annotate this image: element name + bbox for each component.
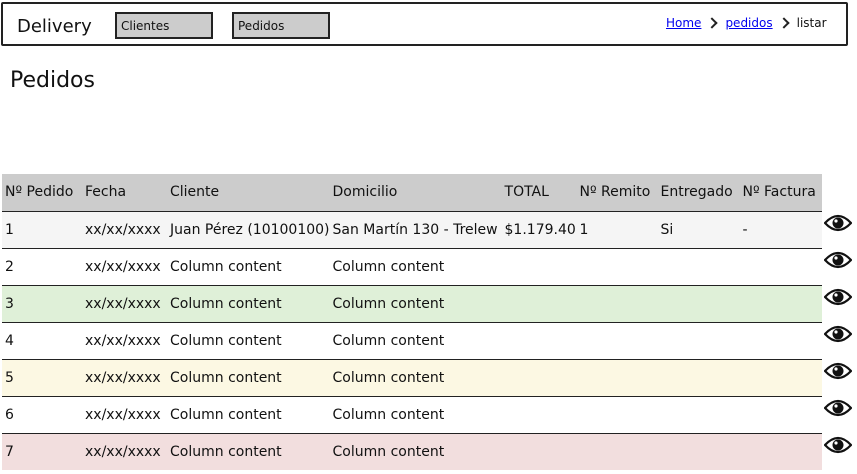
table-cell: 2 [5, 258, 14, 275]
table-cell: Column content [332, 443, 445, 460]
table-cell [577, 396, 658, 433]
chevron-right-icon [777, 17, 790, 29]
table-cell: xx/xx/xxxx [85, 332, 161, 349]
page-title: Pedidos [10, 68, 95, 93]
table-cell: xx/xx/xxxx [85, 369, 161, 386]
table-cell: San Martín 130 - Trelew [332, 221, 498, 238]
table-cell [740, 322, 822, 359]
table-cell: Juan Pérez (10100100) [170, 221, 330, 238]
table-cell: 3 [5, 295, 14, 312]
eye-icon[interactable] [824, 361, 852, 381]
eye-icon[interactable] [824, 324, 852, 344]
table-cell [502, 248, 577, 285]
chevron-right-icon [706, 17, 719, 29]
table-cell: - [742, 221, 748, 238]
table-cell [502, 285, 577, 322]
table-row[interactable]: 4 xx/xx/xxxx Column content Column content [2, 322, 822, 359]
orders-table: Nº Pedido Fecha Cliente Domicilio TOTAL … [2, 174, 822, 470]
table-cell [502, 359, 577, 396]
table-cell [577, 285, 658, 322]
table-cell: 1 [5, 221, 14, 238]
table-row[interactable]: 1 xx/xx/xxxx Juan Pérez (10100100) San Mart… [2, 211, 822, 248]
breadcrumb-pedidos-link[interactable]: pedidos [725, 16, 772, 30]
table-cell [740, 433, 822, 470]
breadcrumb: Home pedidos listar [666, 16, 827, 30]
table-cell: $1.179.40 [504, 221, 576, 238]
table-cell: Column content [332, 258, 445, 275]
table-cell: Column content [170, 406, 282, 423]
eye-icon[interactable] [824, 213, 852, 233]
breadcrumb-home-link[interactable]: Home [666, 16, 701, 30]
table-cell: 6 [5, 406, 14, 423]
table-cell: Column content [170, 258, 282, 275]
table-cell: Column content [170, 369, 282, 386]
table-cell [577, 248, 658, 285]
table-cell [502, 433, 577, 470]
table-cell [740, 396, 822, 433]
table-cell: Column content [170, 295, 282, 312]
column-header: Domicilio [332, 184, 398, 201]
column-header: Nº Remito [579, 184, 651, 201]
table-cell: Column content [170, 332, 282, 349]
table-cell: Column content [332, 295, 445, 312]
table-cell: xx/xx/xxxx [85, 258, 161, 275]
column-header: Entregado [660, 184, 733, 201]
eye-icon[interactable] [824, 250, 852, 270]
table-cell: Column content [332, 406, 445, 423]
table-header-row: Nº Pedido Fecha Cliente Domicilio TOTAL … [2, 174, 822, 211]
table-cell [740, 248, 822, 285]
navbar: Delivery Clientes Pedidos Home pedidos l… [1, 2, 848, 46]
table-cell [740, 285, 822, 322]
eye-icon[interactable] [824, 435, 852, 455]
table-row[interactable]: 7 xx/xx/xxxx Column content Column content [2, 433, 822, 470]
table-cell: xx/xx/xxxx [85, 443, 161, 460]
table-cell: 4 [5, 332, 14, 349]
table-cell: Column content [332, 332, 445, 349]
table-cell [577, 433, 658, 470]
table-cell: Column content [170, 443, 282, 460]
table-cell [577, 359, 658, 396]
table-row[interactable]: 2 xx/xx/xxxx Column content Column content [2, 248, 822, 285]
brand-title[interactable]: Delivery [17, 16, 92, 37]
breadcrumb-current: listar [796, 16, 827, 30]
clientes-button[interactable]: Clientes [115, 12, 213, 39]
column-header: Fecha [85, 184, 127, 201]
table-cell: xx/xx/xxxx [85, 295, 161, 312]
column-header: TOTAL [504, 184, 549, 201]
table-row[interactable]: 3 xx/xx/xxxx Column content Column content [2, 285, 822, 322]
table-cell [658, 285, 740, 322]
column-header: Cliente [170, 184, 220, 201]
table-cell: 5 [5, 369, 14, 386]
table-cell: xx/xx/xxxx [85, 406, 161, 423]
table-cell [658, 248, 740, 285]
eye-icon[interactable] [824, 398, 852, 418]
table-cell: 1 [579, 221, 589, 238]
table-row[interactable]: 6 xx/xx/xxxx Column content Column content [2, 396, 822, 433]
table-cell: Si [660, 221, 674, 238]
table-cell: 7 [5, 443, 14, 460]
table-cell [740, 359, 822, 396]
eye-icon[interactable] [824, 287, 852, 307]
table-cell [577, 322, 658, 359]
table-cell [658, 322, 740, 359]
table-cell: xx/xx/xxxx [85, 221, 161, 238]
table-row[interactable]: 5 xx/xx/xxxx Column content Column content [2, 359, 822, 396]
table-cell [658, 359, 740, 396]
table-cell [658, 396, 740, 433]
table-cell [502, 322, 577, 359]
table-cell [658, 433, 740, 470]
column-header: Nº Factura [742, 184, 816, 201]
table-cell [502, 396, 577, 433]
pedidos-button[interactable]: Pedidos [232, 12, 330, 39]
table-cell: Column content [332, 369, 445, 386]
column-header: Nº Pedido [5, 184, 74, 201]
